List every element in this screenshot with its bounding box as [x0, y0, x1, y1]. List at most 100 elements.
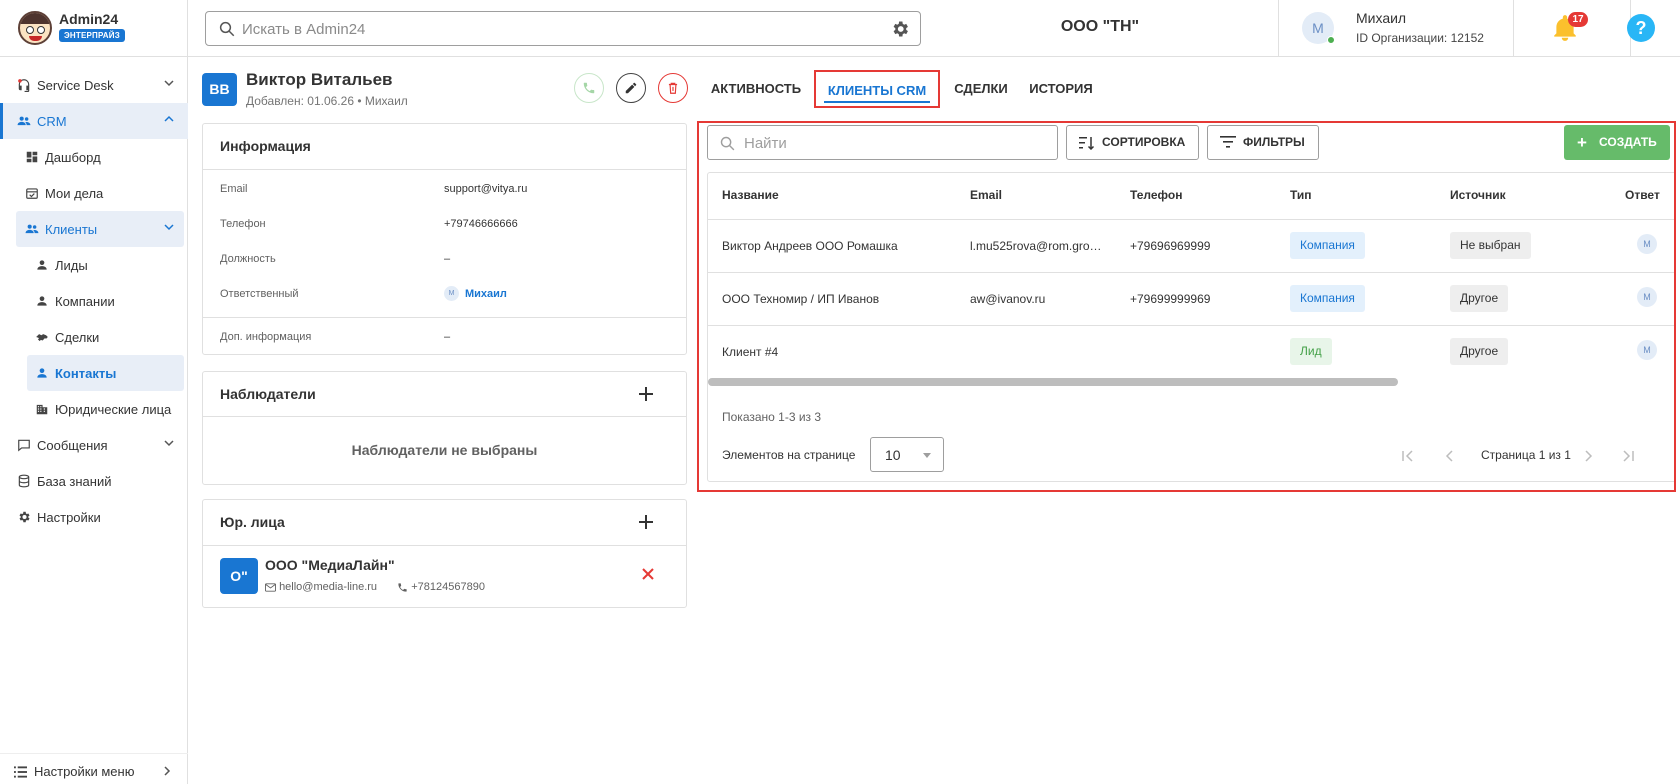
remove-legal-entity-close-icon[interactable] [640, 566, 656, 582]
sidebar-item-clients[interactable]: Клиенты [16, 211, 184, 247]
sidebar-item-settings[interactable]: Настройки [0, 499, 188, 535]
contact-email[interactable]: support@vitya.ru [444, 183, 527, 195]
contact-phone[interactable]: +79746666666 [444, 218, 518, 230]
sidebar-item-knowledge-base[interactable]: База знаний [0, 463, 188, 499]
sidebar-item-label: Юридические лица [55, 402, 172, 417]
tab-history[interactable]: ИСТОРИЯ [1022, 70, 1100, 108]
plan-badge: ЭНТЕРПРАЙЗ [59, 29, 125, 42]
next-page-icon[interactable] [1580, 448, 1596, 464]
users-icon [17, 116, 31, 126]
legal-entity-avatar: О" [220, 558, 258, 594]
info-key: Email [220, 183, 248, 195]
add-observer-plus-icon[interactable] [636, 384, 656, 404]
responsible-avatar: М [1637, 234, 1657, 254]
crm-search[interactable] [707, 125, 1058, 160]
column-header-phone[interactable]: Телефон [1130, 188, 1182, 202]
person-icon [37, 260, 47, 270]
table-row[interactable]: ООО Техномир / ИП Иванов aw@ivanov.ru +7… [708, 273, 1674, 326]
column-header-email[interactable]: Email [970, 188, 1002, 202]
organization-name[interactable]: ООО "ТН" [1000, 18, 1200, 36]
legal-entity-name[interactable]: ООО "МедиаЛайн" [265, 557, 395, 573]
sidebar-item-label: CRM [37, 114, 67, 129]
legal-entity-phone[interactable]: +78124567890 [411, 581, 485, 593]
cell-name: Клиент #4 [722, 345, 779, 359]
online-status-indicator [1327, 36, 1335, 44]
source-chip: Другое [1450, 338, 1509, 365]
prev-page-icon[interactable] [1442, 448, 1458, 464]
delete-button[interactable] [658, 73, 688, 103]
sidebar-item-label: База знаний [37, 474, 112, 489]
responsible-link[interactable]: Михаил [465, 288, 507, 300]
shown-count: Показано 1-3 из 3 [722, 410, 822, 424]
per-page-value: 10 [885, 447, 901, 463]
column-header-type[interactable]: Тип [1290, 188, 1312, 202]
tab-deals[interactable]: СДЕЛКИ [946, 70, 1016, 108]
column-header-responsible[interactable]: Ответ [1625, 188, 1660, 202]
chevron-down-icon [164, 80, 174, 87]
legal-entity-email[interactable]: hello@media-line.ru [279, 581, 377, 593]
sort-button[interactable]: СОРТИРОВКА [1066, 125, 1199, 160]
sidebar-item-contacts[interactable]: Контакты [27, 355, 184, 391]
crm-search-input[interactable] [744, 133, 1044, 153]
search-settings-gear-icon[interactable] [890, 19, 910, 39]
brand-logo-icon [18, 11, 52, 45]
sidebar-item-deals[interactable]: Сделки [0, 319, 188, 355]
first-page-icon[interactable] [1400, 448, 1416, 464]
sidebar-item-dashboard[interactable]: Дашборд [0, 139, 188, 175]
sidebar-item-companies[interactable]: Компании [0, 283, 188, 319]
phone-icon [398, 582, 407, 592]
sort-label: СОРТИРОВКА [1102, 135, 1186, 149]
user-name: Михаил [1356, 10, 1407, 26]
last-page-icon[interactable] [1620, 448, 1636, 464]
brand[interactable]: Admin24 ЭНТЕРПРАЙЗ [0, 0, 188, 57]
observers-empty-text: Наблюдатели не выбраны [351, 442, 538, 458]
tab-activity[interactable]: АКТИВНОСТЬ [706, 70, 806, 108]
building-icon [36, 404, 48, 415]
responsible-avatar: М [444, 286, 459, 301]
sidebar-item-label: Контакты [55, 366, 117, 381]
table-row[interactable]: Клиент #4 Лид Другое М [708, 326, 1674, 379]
horizontal-scrollbar[interactable] [708, 378, 1398, 386]
sidebar-item-crm[interactable]: CRM [0, 103, 188, 139]
add-legal-entity-plus-icon[interactable] [636, 512, 656, 532]
phone-icon [583, 82, 595, 94]
info-key: Ответственный [220, 288, 299, 300]
legal-entity-contacts: hello@media-line.ru +78124567890 [265, 581, 485, 593]
sidebar-item-my-tasks[interactable]: Мои дела [0, 175, 188, 211]
calendar-check-icon [26, 188, 38, 199]
global-search[interactable] [205, 11, 921, 46]
filters-button[interactable]: ФИЛЬТРЫ [1207, 125, 1319, 160]
per-page-select[interactable]: 10 [870, 437, 944, 472]
source-chip: Другое [1450, 285, 1509, 312]
sidebar-item-messages[interactable]: Сообщения [0, 427, 188, 463]
tab-crm-clients[interactable]: КЛИЕНТЫ CRM [814, 70, 940, 108]
plus-icon: + [1577, 133, 1587, 152]
help-button[interactable]: ? [1627, 14, 1655, 42]
mail-icon [265, 582, 276, 592]
table-row[interactable]: Виктор Андреев ООО Ромашка l.mu525rova@r… [708, 220, 1674, 273]
chevron-down-icon [164, 440, 174, 447]
crm-clients-panel: СОРТИРОВКА ФИЛЬТРЫ + СОЗДАТЬ Название Em… [697, 121, 1676, 492]
create-button[interactable]: + СОЗДАТЬ [1564, 125, 1670, 160]
column-header-name[interactable]: Название [722, 188, 779, 202]
sort-icon [1079, 137, 1095, 150]
sidebar-item-label: Сделки [55, 330, 100, 345]
global-search-input[interactable] [242, 18, 842, 40]
info-row-email: Email support@vitya.ru [220, 183, 680, 203]
sidebar-item-service-desk[interactable]: Service Desk [0, 67, 188, 103]
edit-button[interactable] [616, 73, 646, 103]
responsible-avatar: М [1637, 340, 1657, 360]
info-row-extra: Доп. информация – [220, 331, 680, 351]
sidebar-item-legal-entities[interactable]: Юридические лица [0, 391, 188, 427]
sidebar-item-leads[interactable]: Лиды [0, 247, 188, 283]
responsible-avatar: М [1637, 287, 1657, 307]
call-button[interactable] [574, 73, 604, 103]
sidebar-item-label: Дашборд [45, 150, 101, 165]
notifications-button[interactable]: 17 [1514, 0, 1631, 57]
column-header-source[interactable]: Источник [1450, 188, 1506, 202]
sidebar-item-label: Лиды [55, 258, 88, 273]
menu-settings-button[interactable]: Настройки меню [0, 753, 188, 784]
user-menu[interactable]: М Михаил ID Организации: 12152 [1278, 0, 1514, 57]
organization-id: ID Организации: 12152 [1356, 31, 1484, 45]
contact-name: Виктор Витальев [246, 70, 393, 89]
